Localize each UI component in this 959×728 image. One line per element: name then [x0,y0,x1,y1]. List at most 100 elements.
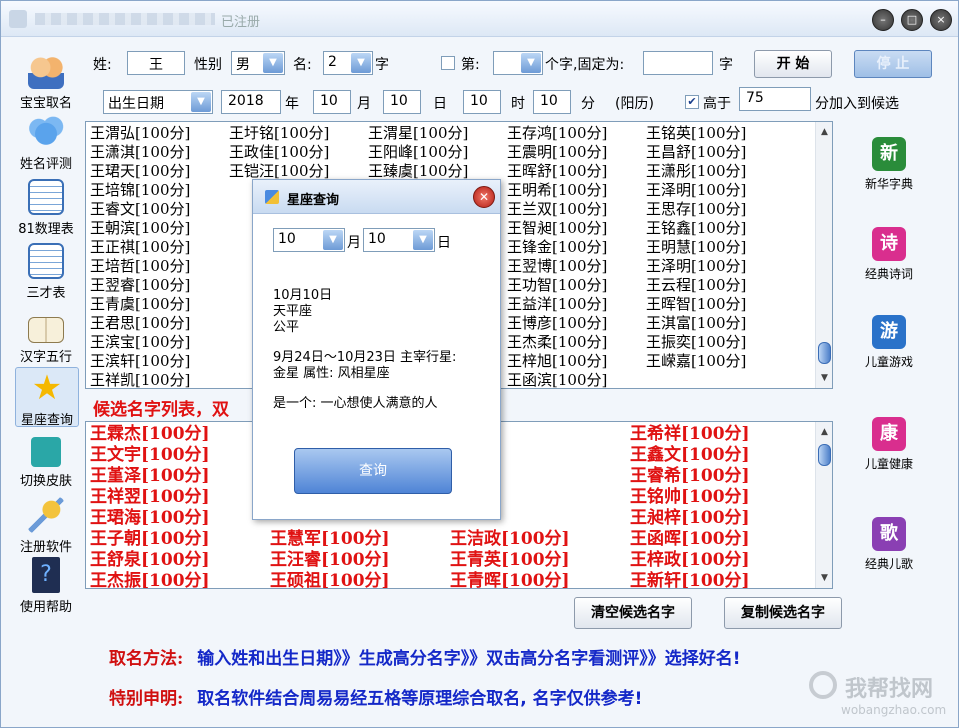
chevron-down-icon[interactable]: ▼ [413,230,433,250]
list-item[interactable]: 王淇富[100分] [646,314,746,333]
year-input[interactable]: 2018 [221,90,281,114]
list-item[interactable]: 王阳峰[100分] [368,143,468,162]
chevron-down-icon[interactable]: ▼ [323,230,343,250]
list-item[interactable]: 王泽明[100分] [646,257,746,276]
name-length-select[interactable]: 2 ▼ [323,51,373,75]
list-item[interactable]: 王泽明[100分] [646,181,746,200]
list-item[interactable]: 王青晖[100分] [450,571,570,588]
day-input[interactable]: 10 [383,90,421,114]
dialog-day-select[interactable]: 10 ▼ [363,228,435,252]
list-item[interactable]: 王晖智[100分] [646,295,746,314]
fixed-char-checkbox[interactable] [441,56,455,70]
candidate-scrollbar[interactable]: ▲ ▼ [815,422,832,588]
list-item[interactable]: 王嵘嘉[100分] [646,352,746,371]
list-item[interactable]: 王渭星[100分] [368,124,468,143]
list-item[interactable]: 王云程[100分] [646,276,746,295]
list-item[interactable]: 王睿文[100分] [90,200,190,219]
fixed-char-input[interactable] [643,51,713,75]
maximize-button[interactable]: □ [901,9,923,31]
list-item[interactable]: 王杰振[100分] [90,571,210,588]
gender-select[interactable]: 男 ▼ [231,51,285,75]
list-item[interactable]: 王祥凯[100分] [90,371,190,388]
list-item[interactable]: 王青虞[100分] [90,295,190,314]
list-item[interactable]: 王慧军[100分] [270,529,390,550]
surname-input[interactable]: 王 [127,51,185,75]
list-item[interactable]: 王锋金[100分] [507,238,607,257]
nav-81-table[interactable]: 81数理表 [9,179,83,237]
list-item[interactable]: 王朝滨[100分] [90,219,190,238]
list-item[interactable]: 王振奕[100分] [646,333,746,352]
list-item[interactable]: 王铭英[100分] [646,124,746,143]
chevron-down-icon[interactable]: ▼ [351,53,371,73]
list-item[interactable]: 王希祥[100分] [630,424,750,445]
nav-kids-health[interactable]: 康 儿童健康 [853,417,925,472]
query-button[interactable]: 查询 [294,448,452,494]
list-item[interactable]: 王珺天[100分] [90,162,190,181]
nav-switch-skin[interactable]: 切换皮肤 [9,437,83,489]
list-item[interactable]: 王昌舒[100分] [646,143,746,162]
list-item[interactable]: 王智昶[100分] [507,219,607,238]
nav-register[interactable]: 注册软件 [9,497,83,555]
list-item[interactable]: 王青英[100分] [450,550,570,571]
list-item[interactable]: 王新轩[100分] [630,571,750,588]
list-item[interactable]: 王圩铭[100分] [229,124,329,143]
scroll-down-icon[interactable]: ▼ [817,570,832,586]
list-item[interactable]: 王洁政[100分] [450,529,570,550]
scroll-thumb[interactable] [818,342,831,364]
list-item[interactable]: 王翌博[100分] [507,257,607,276]
start-button[interactable]: 开 始 [754,50,832,78]
nav-classic-poems[interactable]: 诗 经典诗词 [853,227,925,282]
list-item[interactable]: 王滨宝[100分] [90,333,190,352]
chevron-down-icon[interactable]: ▼ [191,92,211,112]
minimize-button[interactable]: – [872,9,894,31]
nav-help[interactable]: ? 使用帮助 [9,557,83,615]
list-item[interactable]: 王明慧[100分] [646,238,746,257]
list-item[interactable]: 王培哲[100分] [90,257,190,276]
list-item[interactable]: 王睿希[100分] [630,466,750,487]
list-item[interactable]: 王硕祖[100分] [270,571,390,588]
list-item[interactable]: 王文宇[100分] [90,445,210,466]
chevron-down-icon[interactable]: ▼ [263,53,283,73]
nav-hanzi-wuxing[interactable]: 汉字五行 [9,311,83,365]
list-item[interactable]: 王存鸿[100分] [507,124,607,143]
scroll-down-icon[interactable]: ▼ [817,370,832,386]
list-item[interactable]: 王梓旭[100分] [507,352,607,371]
dialog-close-button[interactable]: ✕ [473,186,495,208]
nav-constellation[interactable]: ★ 星座查询 [15,367,79,428]
scroll-up-icon[interactable]: ▲ [817,124,832,140]
birth-type-select[interactable]: 出生日期 ▼ [103,90,213,114]
list-item[interactable]: 王翌睿[100分] [90,276,190,295]
nav-kids-games[interactable]: 游 儿童游戏 [853,315,925,370]
list-item[interactable]: 王霖杰[100分] [90,424,210,445]
clear-candidates-button[interactable]: 清空候选名字 [574,597,692,629]
list-item[interactable]: 王铭鑫[100分] [646,219,746,238]
scroll-up-icon[interactable]: ▲ [817,424,832,440]
list-item[interactable]: 王明希[100分] [507,181,607,200]
list-item[interactable]: 王滨轩[100分] [90,352,190,371]
list-item[interactable]: 王思存[100分] [646,200,746,219]
results-scrollbar[interactable]: ▲ ▼ [815,122,832,388]
list-item[interactable]: 王梓政[100分] [630,550,750,571]
list-item[interactable]: 王子朝[100分] [90,529,210,550]
list-item[interactable]: 王渭弘[100分] [90,124,190,143]
list-item[interactable]: 王潇淇[100分] [90,143,190,162]
nav-baby-names[interactable]: 宝宝取名 [9,53,83,111]
list-item[interactable]: 王功智[100分] [507,276,607,295]
nav-kids-songs[interactable]: 歌 经典儿歌 [853,517,925,572]
list-item[interactable]: 王珺海[100分] [90,508,210,529]
dialog-month-select[interactable]: 10 ▼ [273,228,345,252]
list-item[interactable]: 王潇彤[100分] [646,162,746,181]
month-input[interactable]: 10 [313,90,351,114]
close-button[interactable]: × [930,9,952,31]
list-item[interactable]: 王鑫文[100分] [630,445,750,466]
list-item[interactable]: 王堇泽[100分] [90,466,210,487]
list-item[interactable]: 王昶梓[100分] [630,508,750,529]
list-item[interactable]: 王晖舒[100分] [507,162,607,181]
chevron-down-icon[interactable]: ▼ [521,53,541,73]
list-item[interactable]: 王铭帅[100分] [630,487,750,508]
nav-sancai-table[interactable]: 三才表 [9,243,83,301]
list-item[interactable]: 王函滨[100分] [507,371,607,388]
list-item[interactable]: 王益洋[100分] [507,295,607,314]
list-item[interactable]: 王函晖[100分] [630,529,750,550]
above-score-checkbox[interactable]: ✔ [685,95,699,109]
